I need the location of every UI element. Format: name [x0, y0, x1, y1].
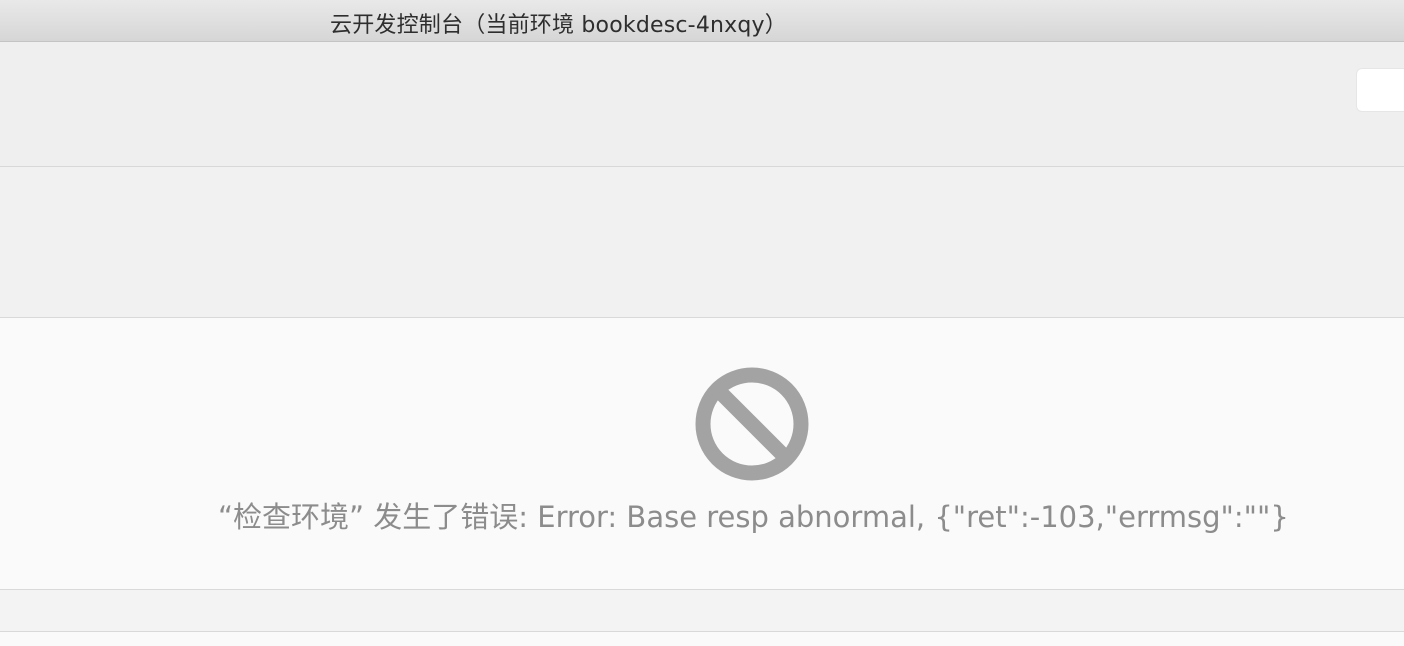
window-titlebar[interactable]: 云开发控制台（当前环境 bookdesc-4nxqy） — [0, 0, 1404, 42]
console-window: 云开发控制台（当前环境 bookdesc-4nxqy） “检查环境” 发生了错误… — [0, 0, 1404, 646]
error-message: “检查环境” 发生了错误: Error: Base resp abnormal,… — [218, 500, 1289, 534]
status-bar — [0, 590, 1404, 632]
prohibited-icon — [695, 367, 809, 481]
toolbar — [0, 42, 1404, 167]
bottom-strip — [0, 632, 1404, 646]
navigation-bar — [0, 167, 1404, 318]
toolbar-search-field[interactable] — [1356, 68, 1404, 112]
window-title: 云开发控制台（当前环境 bookdesc-4nxqy） — [330, 13, 787, 38]
